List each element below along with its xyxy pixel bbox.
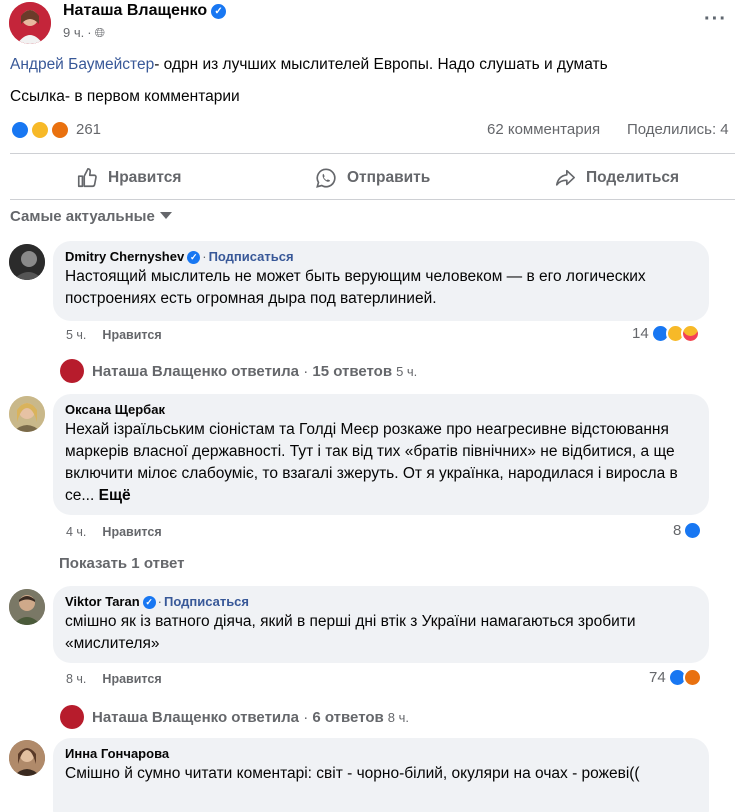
comment-meta: 5 ч. Нравится	[66, 328, 162, 342]
comment-text: Настоящий мыслитель не может быть верующ…	[65, 268, 646, 307]
post-text-line2: Ссылка- в первом комментарии	[10, 88, 240, 105]
comment-like-link[interactable]: Нравится	[102, 328, 161, 342]
divider	[10, 153, 735, 154]
verified-badge-icon: ✓	[187, 251, 201, 264]
care-reaction-icon	[680, 324, 700, 343]
verified-badge-icon: ✓	[211, 4, 227, 19]
shares-count[interactable]: Поделились: 4	[627, 121, 729, 138]
comment-bubble: Dmitry Chernyshev ✓ · Подписаться Настоящий…	[53, 241, 709, 321]
like-button[interactable]: Нравится	[76, 165, 181, 191]
post-meta: 9 ч. · 🌐︎	[63, 25, 105, 40]
angry-reaction-icon	[50, 120, 70, 140]
comment-filter-dropdown[interactable]: Самые актуальные	[10, 208, 172, 225]
comment-time[interactable]: 5 ч.	[66, 328, 86, 342]
comment-bubble: Оксана Щербак Нехай ізраїльським сіоніст…	[53, 394, 709, 515]
post-text-line1: Андрей Баумейстер- одрн из лучших мыслит…	[10, 56, 608, 73]
comment-author: Dmitry Chernyshev ✓ · Подписаться	[65, 249, 294, 264]
share-arrow-icon	[555, 169, 575, 186]
like-reaction-icon	[10, 120, 30, 140]
comment-text: смішно як із ватного діяча, який в перші…	[65, 613, 636, 652]
comment-text: Нехай ізраїльським сіоністам та Голді Ме…	[65, 421, 678, 504]
comment-reactions[interactable]: 14	[632, 324, 700, 343]
comment-meta: 8 ч. Нравится	[66, 672, 162, 686]
caret-down-icon	[159, 212, 172, 219]
post-time[interactable]: 9 ч.	[63, 25, 84, 40]
author-avatar[interactable]	[9, 2, 51, 44]
follow-link[interactable]: Подписаться	[209, 249, 294, 264]
divider	[10, 199, 735, 200]
comment-time[interactable]: 4 ч.	[66, 525, 86, 539]
reaction-icons[interactable]	[10, 120, 76, 142]
reactions-count[interactable]: 261	[76, 121, 101, 138]
thumbs-up-icon	[77, 168, 97, 188]
comment-text: Смішно й сумно читати коментарі: світ - …	[65, 765, 640, 782]
send-button[interactable]: Отправить	[315, 165, 430, 191]
angry-reaction-icon	[682, 668, 702, 687]
more-options-icon[interactable]: ···	[704, 8, 727, 31]
commenter-avatar[interactable]	[9, 589, 45, 625]
comment-meta: 4 ч. Нравится	[66, 525, 162, 539]
commenter-avatar[interactable]	[9, 396, 45, 432]
commenter-avatar[interactable]	[9, 740, 45, 776]
share-button[interactable]: Поделиться	[554, 165, 679, 191]
whatsapp-icon	[316, 168, 336, 188]
follow-link[interactable]: Подписаться	[164, 594, 249, 609]
reply-author-avatar	[60, 359, 84, 383]
commenter-avatar[interactable]	[9, 244, 45, 280]
post-author-name[interactable]: Наташа Влащенко ✓	[63, 2, 227, 20]
see-more-link[interactable]: Ещё	[99, 487, 131, 504]
comment-bubble: Viktor Taran ✓ · Подписаться смішно як із в…	[53, 586, 709, 663]
like-reaction-icon	[683, 521, 703, 540]
verified-badge-icon: ✓	[142, 596, 156, 609]
reply-author-avatar	[60, 705, 84, 729]
comments-count[interactable]: 62 комментария	[487, 121, 600, 138]
comment-like-link[interactable]: Нравится	[102, 672, 161, 686]
comment-bubble: Инна Гончарова Смішно й сумно читати ком…	[53, 738, 709, 812]
replies-summary[interactable]: Наташа Влащенко ответила · 6 ответов 8 ч.	[60, 705, 409, 729]
comment-author: Viktor Taran ✓ · Подписаться	[65, 594, 250, 609]
comment-reactions[interactable]: 74	[649, 668, 702, 687]
show-replies-link[interactable]: Показать 1 ответ	[59, 555, 184, 572]
comment-time[interactable]: 8 ч.	[66, 672, 86, 686]
mention-link[interactable]: Андрей Баумейстер	[10, 56, 154, 73]
comment-author[interactable]: Оксана Щербак	[65, 402, 697, 417]
globe-icon: 🌐︎	[94, 25, 105, 40]
comment-like-link[interactable]: Нравится	[102, 525, 161, 539]
comment-reactions[interactable]: 8	[673, 521, 703, 540]
comment-author[interactable]: Инна Гончарова	[65, 746, 697, 761]
haha-reaction-icon	[30, 120, 50, 140]
replies-summary[interactable]: Наташа Влащенко ответила · 15 ответов 5 ч…	[60, 359, 417, 383]
